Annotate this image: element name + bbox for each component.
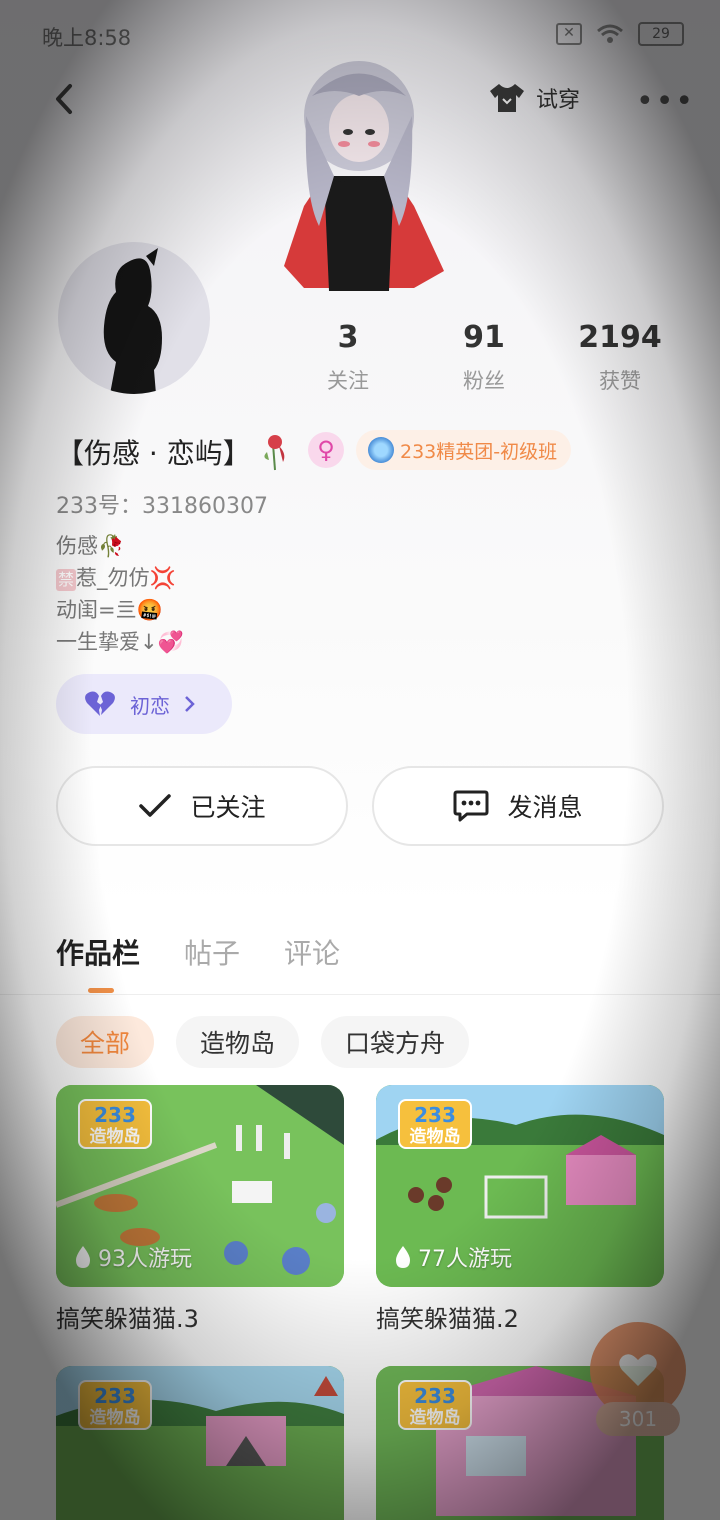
badge-label: 233精英团-初级班 (400, 440, 558, 463)
status-time: 晚上8:58 (42, 26, 132, 50)
likes-label: 获赞 (599, 369, 641, 393)
fans-count: 91 (463, 320, 505, 355)
tab-works[interactable]: 作品栏 (56, 932, 140, 972)
logo-bottom: 造物岛 (409, 1408, 461, 1428)
relation-label: 初恋 (130, 693, 170, 718)
work-thumbnail: 233 造物岛 77人游玩 (376, 1085, 664, 1287)
bio-line: 一生挚爱↓💞 (56, 630, 184, 654)
logo-top: 233 (94, 1384, 136, 1408)
profile-name-row: 【伤感 · 恋屿】 (56, 432, 291, 472)
work-thumbnail: 233 造物岛 93人游玩 (56, 1085, 344, 1287)
work-card[interactable]: 233 造物岛 77人游玩 搞笑躲猫猫.2 (376, 1085, 664, 1334)
status-bar: 晚上8:58 ✕ 29 (0, 18, 720, 54)
filter-chips: 全部 造物岛 口袋方舟 (56, 1016, 470, 1068)
profile-name: 【伤感 · 恋屿】 (56, 437, 251, 470)
stat-following[interactable]: 3 关注 (288, 320, 408, 395)
flame-icon (76, 1246, 90, 1268)
elite-badge[interactable]: 233精英团-初级班 (356, 430, 572, 470)
avatar-silhouette-image (103, 248, 162, 394)
battery-icon: 29 (638, 22, 684, 46)
message-label: 发消息 (507, 793, 583, 822)
sim-icon: ✕ (556, 23, 582, 45)
try-on-button[interactable]: 试穿 (488, 82, 580, 114)
bio-line: 动闺=亖🤬 (56, 598, 163, 622)
fans-label: 粉丝 (463, 369, 505, 393)
plays-label: 93人游玩 (98, 1247, 192, 1272)
filter-creation-island[interactable]: 造物岛 (176, 1016, 300, 1068)
wifi-icon (597, 24, 623, 43)
flame-icon (396, 1246, 410, 1268)
tab-comments[interactable]: 评论 (284, 932, 340, 972)
plays-count: 93人游玩 (74, 1241, 192, 1273)
work-thumbnail: 233 造物岛 (56, 1366, 344, 1520)
like-count: 301 (596, 1402, 680, 1436)
filter-all[interactable]: 全部 (56, 1016, 155, 1068)
bio-line: 禁惹_勿仿💢 (56, 562, 184, 594)
bio-line: 伤感🥀 (56, 534, 125, 558)
gender-female-icon: ♀ (308, 432, 344, 468)
work-card[interactable]: 233 造物岛 93人游玩 搞笑躲猫猫.3 (56, 1085, 344, 1334)
logo-top: 233 (414, 1103, 456, 1127)
plays-count: 77人游玩 (394, 1241, 512, 1273)
back-icon[interactable] (50, 82, 80, 116)
status-icons: ✕ 29 (556, 22, 684, 46)
avatar-character-image (284, 61, 444, 291)
logo-bottom: 造物岛 (89, 1127, 141, 1147)
likes-count: 2194 (578, 320, 662, 355)
divider (0, 994, 720, 995)
medal-icon (368, 437, 394, 463)
following-count: 3 (337, 320, 359, 355)
relation-chip[interactable]: 初恋 (56, 674, 232, 734)
profile-page: 晚上8:58 ✕ 29 试穿 ••• 3 关注 91 粉丝 2194 获赞 【伤… (0, 0, 720, 1520)
followed-button[interactable]: 已关注 (56, 766, 348, 846)
stat-fans[interactable]: 91 粉丝 (424, 320, 544, 395)
forbidden-tag: 禁 (56, 569, 77, 591)
creation-island-logo: 233 造物岛 (78, 1099, 152, 1149)
bio-line-text: 惹_勿仿💢 (76, 566, 176, 590)
plays-label: 77人游玩 (418, 1247, 512, 1272)
chat-bubble-icon (453, 790, 489, 822)
creation-island-logo: 233 造物岛 (398, 1099, 472, 1149)
message-button[interactable]: 发消息 (372, 766, 664, 846)
logo-top: 233 (94, 1103, 136, 1127)
wilted-rose-icon (264, 435, 285, 471)
tab-posts[interactable]: 帖子 (184, 932, 240, 972)
content-tabs: 作品栏 帖子 评论 (56, 932, 340, 972)
shirt-icon (490, 84, 524, 112)
check-icon (139, 794, 172, 817)
try-on-label: 试穿 (536, 88, 581, 113)
chevron-right-icon (185, 696, 195, 712)
more-icon[interactable]: ••• (636, 84, 695, 119)
creation-island-logo: 233 造物岛 (398, 1380, 472, 1430)
stat-likes[interactable]: 2194 获赞 (560, 320, 680, 395)
tab-indicator (88, 988, 114, 993)
logo-top: 233 (414, 1384, 456, 1408)
creation-island-logo: 233 造物岛 (78, 1380, 152, 1430)
filter-pocket-ark[interactable]: 口袋方舟 (321, 1016, 470, 1068)
avatar[interactable] (58, 242, 210, 394)
bio: 伤感🥀 禁惹_勿仿💢 动闺=亖🤬 一生挚爱↓💞 (56, 530, 184, 658)
logo-bottom: 造物岛 (409, 1127, 461, 1147)
user-id: 233号：331860307 (56, 494, 268, 519)
work-title: 搞笑躲猫猫.3 (56, 1305, 199, 1333)
heart-icon (619, 1354, 657, 1386)
following-label: 关注 (327, 369, 369, 393)
work-card[interactable]: 233 造物岛 (56, 1366, 344, 1520)
followed-label: 已关注 (190, 793, 266, 822)
broken-heart-icon (85, 691, 115, 716)
logo-bottom: 造物岛 (89, 1408, 141, 1428)
